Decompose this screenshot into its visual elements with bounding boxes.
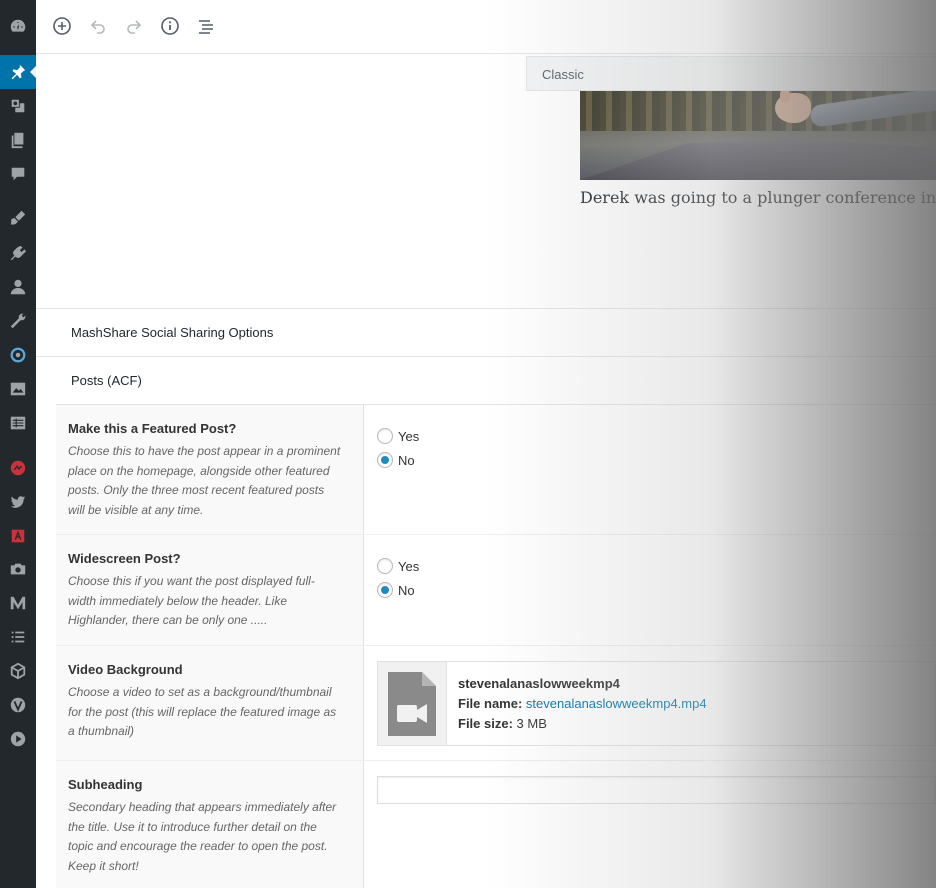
media-icon[interactable] xyxy=(0,89,36,123)
classic-block[interactable]: Classic xyxy=(526,56,936,91)
file-attachment[interactable]: stevenalanaslowweekmp4 File name: steven… xyxy=(377,661,936,746)
image-thumb xyxy=(780,91,790,103)
image-road xyxy=(580,138,936,180)
classic-block-label: Classic xyxy=(542,67,584,82)
redo-icon[interactable] xyxy=(121,13,147,39)
field-label: Make this a Featured Post? xyxy=(68,421,237,436)
description-line: place on the homepage, alongside other f… xyxy=(68,463,330,478)
pages-icon[interactable] xyxy=(0,123,36,157)
radio-circle-checked[interactable] xyxy=(377,582,393,598)
acf-panel-title: Posts (ACF) xyxy=(71,373,142,388)
description-line: Choose a video to set as a background/th… xyxy=(68,685,332,699)
appearance-icon[interactable] xyxy=(0,201,36,235)
camera-icon[interactable] xyxy=(0,552,36,586)
radio-circle-checked[interactable] xyxy=(377,452,393,468)
description-line: Choose this if you want the post display… xyxy=(68,574,315,588)
radio-label: Yes xyxy=(398,428,420,444)
description-line: Keep it short! xyxy=(68,858,139,873)
description-line: Highlander, there can be only one ..... xyxy=(68,613,268,627)
featured-no-radio[interactable]: No xyxy=(377,452,415,468)
subheading-label-cell: Subheading Secondary heading that appear… xyxy=(56,761,364,888)
file-title: stevenalanaslowweekmp4 xyxy=(458,676,620,691)
description-line: Choose this to have the post appear in a… xyxy=(68,444,341,458)
video-file-icon xyxy=(378,662,447,745)
subheading-input-cell xyxy=(377,761,936,888)
post-image[interactable] xyxy=(580,91,936,180)
post-paragraph[interactable]: Derek was going to a plunger conference … xyxy=(580,188,936,207)
description-line: Secondary heading that appears immediate… xyxy=(68,800,337,814)
file-name-label: File name: xyxy=(458,696,523,711)
description-line: the title. Use it to introduce further d… xyxy=(68,819,317,834)
featured-post-input-cell: Yes No xyxy=(377,405,936,534)
plugins-icon[interactable] xyxy=(0,236,36,270)
field-description: Choose a video to set as a background/th… xyxy=(68,683,351,742)
acf-panel-toggle[interactable]: Posts (ACF) xyxy=(36,356,936,404)
mashshare-panel-toggle[interactable]: MashShare Social Sharing Options xyxy=(36,308,936,356)
add-block-icon[interactable] xyxy=(49,13,75,39)
featured-yes-radio[interactable]: Yes xyxy=(377,428,419,444)
mashshare-panel-title: MashShare Social Sharing Options xyxy=(71,325,274,340)
acf-fields: Make this a Featured Post? Choose this t… xyxy=(56,404,936,888)
gallery-icon[interactable] xyxy=(0,372,36,406)
description-line: posts. Only the three most recent featur… xyxy=(68,483,325,497)
medium-icon[interactable] xyxy=(0,586,36,620)
play-icon[interactable] xyxy=(0,722,36,756)
widescreen-yes-radio[interactable]: Yes xyxy=(377,558,419,574)
radio-label: Yes xyxy=(398,558,420,574)
twitter-icon[interactable] xyxy=(0,485,36,519)
admin-sidebar xyxy=(0,0,36,888)
description-line: width immediately below the header. Like xyxy=(68,593,288,608)
widescreen-post-field: Widescreen Post? Choose this if you want… xyxy=(56,535,936,646)
subheading-field: Subheading Secondary heading that appear… xyxy=(56,761,936,888)
users-icon[interactable] xyxy=(0,270,36,304)
outline-icon[interactable] xyxy=(193,13,219,39)
subheading-input[interactable] xyxy=(377,776,936,804)
file-size-row: File size: 3 MB xyxy=(458,716,547,731)
radio-label: No xyxy=(398,582,415,598)
featured-post-field: Make this a Featured Post? Choose this t… xyxy=(56,405,936,535)
radio-circle[interactable] xyxy=(377,558,393,574)
comments-icon[interactable] xyxy=(0,157,36,191)
field-label: Widescreen Post? xyxy=(68,551,181,566)
undo-icon[interactable] xyxy=(85,13,111,39)
featured-post-label-cell: Make this a Featured Post? Choose this t… xyxy=(56,405,364,534)
video-input-cell: stevenalanaslowweekmp4 File name: steven… xyxy=(377,646,936,760)
social-icon[interactable] xyxy=(0,451,36,485)
field-description: Choose this if you want the post display… xyxy=(68,572,351,631)
editor-main: Classic Derek was going to a plunger con… xyxy=(36,0,936,888)
list-icon[interactable] xyxy=(0,620,36,654)
file-name-link[interactable]: stevenalanaslowweekmp4.mp4 xyxy=(526,696,707,711)
description-line: a thumbnail) xyxy=(68,724,135,738)
editor-toolbar xyxy=(36,0,936,54)
widescreen-no-radio[interactable]: No xyxy=(377,582,415,598)
field-label: Subheading xyxy=(68,777,143,792)
radio-label: No xyxy=(398,452,415,468)
description-line: topic and encourage the reader to open t… xyxy=(68,839,328,853)
visual-composer-icon[interactable] xyxy=(0,688,36,722)
description-line: for the post (this will replace the feat… xyxy=(68,704,337,719)
info-icon[interactable] xyxy=(157,13,183,39)
file-size-value: 3 MB xyxy=(516,716,547,731)
radio-circle[interactable] xyxy=(377,428,393,444)
video-background-field: Video Background Choose a video to set a… xyxy=(56,646,936,761)
field-description: Secondary heading that appears immediate… xyxy=(68,798,351,876)
acf-icon[interactable] xyxy=(0,519,36,553)
dashboard-icon[interactable] xyxy=(0,9,36,43)
cube-icon[interactable] xyxy=(0,654,36,688)
file-name-row: File name: stevenalanaslowweekmp4.mp4 xyxy=(458,696,707,711)
widescreen-input-cell: Yes No xyxy=(377,535,936,645)
pin-icon[interactable] xyxy=(0,55,36,89)
tables-icon[interactable] xyxy=(0,406,36,440)
tools-icon[interactable] xyxy=(0,304,36,338)
field-description: Choose this to have the post appear in a… xyxy=(68,442,351,520)
updraft-icon[interactable] xyxy=(0,338,36,372)
description-line: will be visible at any time. xyxy=(68,502,204,517)
video-label-cell: Video Background Choose a video to set a… xyxy=(56,646,364,760)
file-size-label: File size: xyxy=(458,716,513,731)
field-label: Video Background xyxy=(68,662,183,677)
widescreen-label-cell: Widescreen Post? Choose this if you want… xyxy=(56,535,364,645)
